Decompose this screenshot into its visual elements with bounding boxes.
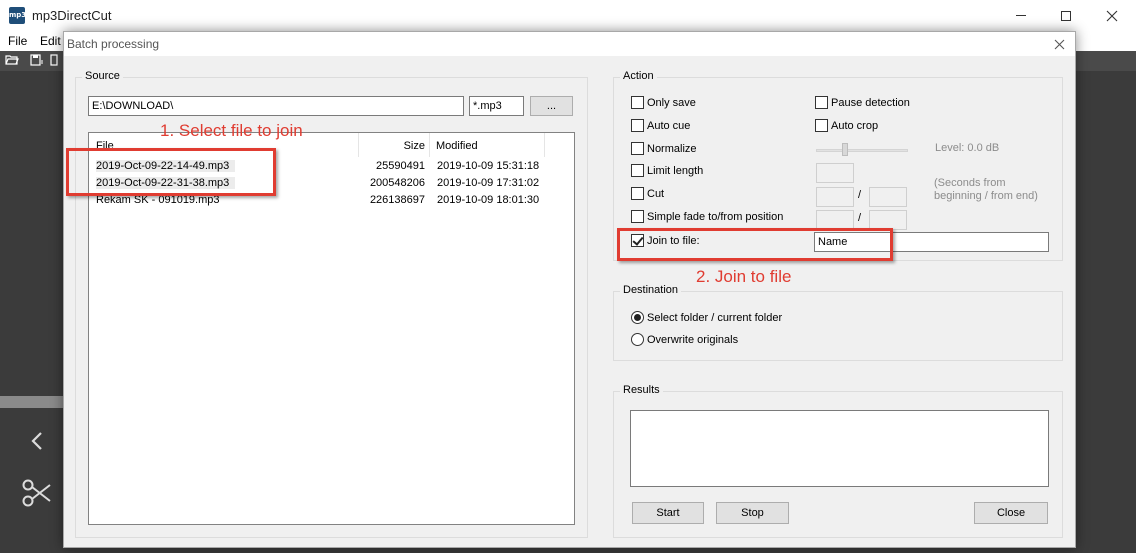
select-folder-label: Select folder / current folder [647,312,783,324]
simple-fade-checkbox[interactable] [631,210,644,223]
cut-start-input[interactable] [816,187,854,207]
file-size: 200548206 [369,177,425,189]
column-size[interactable]: Size [359,133,430,157]
file-modified: 2019-10-09 18:01:30 [437,194,540,206]
column-modified[interactable]: Modified [430,133,545,157]
only-save-checkbox[interactable] [631,96,644,109]
pause-detection-label: Pause detection [831,97,910,109]
save-icon[interactable] [30,54,44,66]
normalize-level-track [816,149,908,152]
cut-separator: / [858,189,862,201]
app-titlebar: mp3 mp3DirectCut [0,0,1136,31]
batch-processing-dialog: Batch processing Source E:\DOWNLOAD\ *.m… [63,31,1076,548]
normalize-checkbox[interactable] [631,142,644,155]
position-track[interactable] [0,396,64,408]
file-modified: 2019-10-09 17:31:02 [437,177,540,189]
stop-button[interactable]: Stop [716,502,789,524]
file-filter-input[interactable]: *.mp3 [469,96,524,116]
seconds-note-line1: (Seconds from [934,177,1006,189]
highlight-join-to-file [617,228,893,261]
fade-separator: / [858,212,862,224]
destination-legend: Destination [620,284,682,296]
limit-length-checkbox[interactable] [631,164,644,177]
auto-cue-label: Auto cue [647,120,691,132]
fade-start-input[interactable] [816,210,854,230]
annotation-step-2: 2. Join to file [696,267,792,286]
previous-button[interactable] [18,422,56,460]
source-path-input[interactable]: E:\DOWNLOAD\ [88,96,464,116]
fade-end-input[interactable] [869,210,907,230]
highlight-selected-files [66,148,276,196]
maximize-button[interactable] [1043,0,1089,31]
cut-button[interactable] [18,474,56,512]
limit-length-input[interactable] [816,163,854,183]
auto-cue-checkbox[interactable] [631,119,644,132]
normalize-label: Normalize [647,143,697,155]
maximize-icon [1061,10,1071,21]
overwrite-originals-radio[interactable] [631,333,644,346]
close-button[interactable]: Close [974,502,1048,524]
select-folder-radio[interactable] [631,311,644,324]
auto-crop-label: Auto crop [831,120,879,132]
app-icon: mp3 [9,7,26,24]
auto-crop-checkbox[interactable] [815,119,828,132]
results-legend: Results [620,384,663,396]
dialog-title: Batch processing [67,37,160,51]
dialog-titlebar: Batch processing [64,32,1075,56]
minimize-button[interactable] [998,0,1044,31]
annotation-step-1: 1. Select file to join [160,121,303,140]
dialog-close-button[interactable] [1048,34,1070,54]
destination-group: Destination [613,284,1063,361]
results-output[interactable] [630,410,1049,487]
menu-edit[interactable]: Edit [40,34,61,48]
file-size: 25590491 [376,160,425,172]
seconds-note-line2: beginning / from end) [934,190,1038,202]
normalize-level-slider[interactable] [842,143,848,156]
minimize-icon [1016,15,1026,16]
close-icon [1054,39,1064,49]
app-close-button[interactable] [1089,0,1135,31]
browse-button[interactable]: ... [530,96,573,116]
open-folder-icon[interactable] [5,54,19,66]
cut-checkbox[interactable] [631,187,644,200]
file-modified: 2019-10-09 15:31:18 [437,160,540,172]
cut-label: Cut [647,188,665,200]
menu-file[interactable]: File [8,34,27,48]
overwrite-originals-label: Overwrite originals [647,334,739,346]
pause-detection-checkbox[interactable] [815,96,828,109]
close-icon [1106,10,1118,21]
level-readout: Level: 0.0 dB [935,142,1000,154]
only-save-label: Only save [647,97,696,109]
simple-fade-label: Simple fade to/from position [647,211,784,223]
chevron-left-icon [31,432,42,450]
cut-end-input[interactable] [869,187,907,207]
scissors-icon [22,479,51,507]
file-size: 226138697 [369,194,425,206]
limit-length-label: Limit length [647,165,704,177]
source-legend: Source [82,70,123,82]
start-button[interactable]: Start [632,502,704,524]
action-legend: Action [620,70,657,82]
save-all-icon[interactable] [50,54,58,66]
app-title: mp3DirectCut [32,8,112,23]
